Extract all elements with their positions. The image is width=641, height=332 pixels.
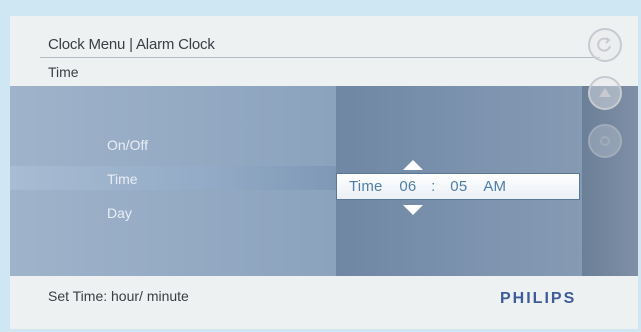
back-icon[interactable]	[588, 28, 622, 62]
time-hour[interactable]: 06	[399, 178, 416, 195]
brand-logo: PHILIPS	[500, 290, 577, 307]
time-readout: Time 06 : 05 AM	[349, 178, 506, 195]
menu-item-time[interactable]: Time	[107, 171, 138, 187]
screen-frame: Clock Menu | Alarm Clock Time On/Off Tim…	[10, 16, 638, 329]
menu-selection-highlight	[10, 166, 336, 190]
gear-glyph-icon	[600, 136, 610, 146]
breadcrumb: Clock Menu | Alarm Clock	[48, 36, 215, 53]
page-subtitle: Time	[48, 64, 79, 80]
footer-hint: Set Time: hour/ minute	[48, 288, 189, 304]
side-control-strip	[582, 86, 638, 276]
increase-arrow-icon[interactable]	[403, 160, 423, 170]
time-value-field[interactable]: Time 06 : 05 AM	[336, 173, 580, 200]
back-arrow-icon	[597, 37, 611, 52]
menu-item-day[interactable]: Day	[107, 205, 132, 221]
time-label: Time	[349, 178, 383, 195]
gear-icon[interactable]	[588, 124, 622, 158]
time-minute[interactable]: 05	[450, 178, 467, 195]
menu-item-on-off[interactable]: On/Off	[107, 137, 148, 153]
time-separator: :	[431, 178, 436, 195]
decrease-arrow-icon[interactable]	[403, 205, 423, 215]
time-period[interactable]: AM	[483, 178, 506, 195]
header-divider	[40, 57, 600, 58]
up-triangle-icon	[599, 88, 611, 97]
up-icon[interactable]	[588, 76, 622, 110]
